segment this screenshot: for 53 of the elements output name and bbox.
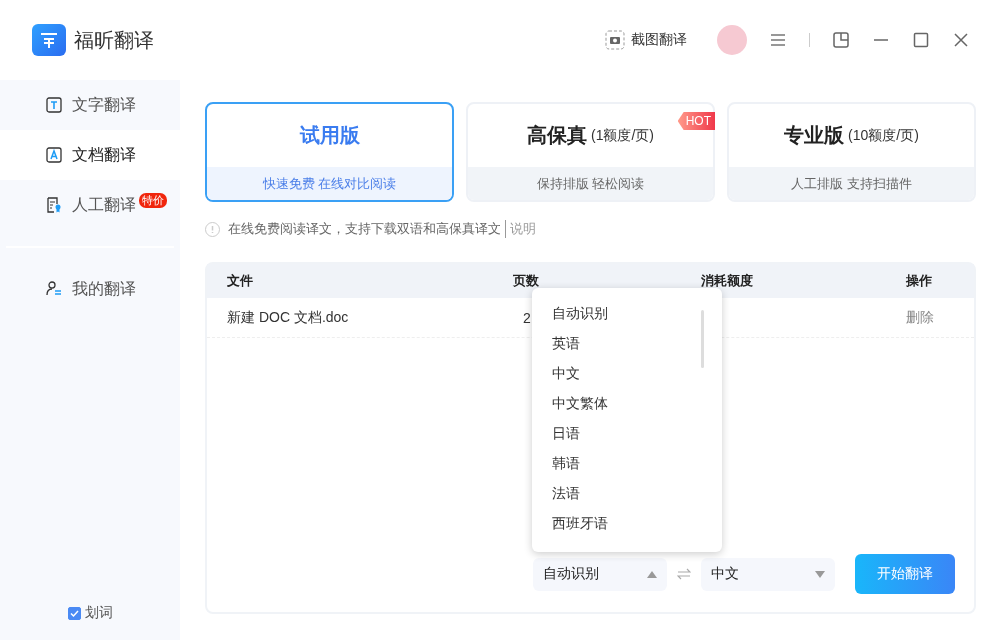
menu-icon[interactable] (769, 31, 787, 49)
caret-icon (647, 570, 657, 578)
language-option[interactable]: 法语 (532, 479, 722, 509)
close-icon[interactable] (952, 31, 970, 49)
plan-title: 专业版 (784, 123, 845, 148)
plan-title: 高保真 (527, 123, 587, 148)
delete-link[interactable]: 删除 (906, 308, 974, 327)
target-language-select[interactable]: 中文 (701, 557, 835, 591)
plan-price: (10额度/页) (848, 126, 919, 145)
hot-badge: HOT (677, 112, 715, 130)
sidebar-item[interactable]: 文字翻译 (0, 80, 180, 130)
maximize-icon[interactable] (912, 31, 930, 49)
screenshot-translate-button[interactable]: 截图翻译 (605, 30, 687, 50)
column-header: 文件 (227, 272, 254, 290)
plan-subtitle: 快速免费 在线对比阅读 (207, 167, 452, 200)
plan-subtitle: 人工排版 支持扫描件 (729, 167, 974, 200)
column-header: 页数 (513, 272, 540, 290)
language-option[interactable]: 中文繁体 (532, 389, 722, 419)
document-icon (46, 147, 62, 163)
sidebar-item[interactable]: 文档翻译 (0, 130, 180, 180)
swap-icon[interactable] (677, 568, 691, 580)
word-select-label: 划词 (84, 604, 113, 622)
sidebar-item[interactable]: 我的翻译 (0, 264, 180, 314)
language-option[interactable]: 韩语 (532, 449, 722, 479)
language-option[interactable]: 英语 (532, 329, 722, 359)
column-header: 消耗额度 (701, 272, 754, 290)
app-name: 福昕翻译 (74, 27, 154, 53)
sale-badge: 特价 (139, 193, 167, 208)
plan-card[interactable]: 专业版 (10额度/页) 人工排版 支持扫描件 (727, 102, 976, 202)
scrollbar-thumb[interactable] (701, 310, 704, 368)
plan-card[interactable]: 试用版 快速免费 在线对比阅读 (205, 102, 454, 202)
user-swap-icon (46, 281, 62, 297)
plan-subtitle: 保持排版 轻松阅读 (468, 167, 713, 200)
sidebar-item[interactable]: 人工翻译 特价 (0, 180, 180, 230)
app-logo (32, 24, 66, 56)
language-option[interactable]: 西班牙语 (532, 509, 722, 539)
plan-card[interactable]: 高保真 (1额度/页) 保持排版 轻松阅读 HOT (466, 102, 715, 202)
text-icon (46, 97, 62, 113)
page-count: 2 (522, 309, 531, 326)
note-text: 在线免费阅读译文，支持下载双语和高保真译文 (228, 220, 501, 238)
plan-title: 试用版 (299, 123, 360, 148)
column-header: 操作 (906, 272, 933, 290)
plan-price: (1额度/页) (591, 126, 654, 145)
language-option[interactable]: 日语 (532, 419, 722, 449)
certificate-icon (46, 197, 62, 213)
checkbox[interactable] (67, 606, 81, 620)
mini-window-icon[interactable] (832, 31, 850, 49)
source-language-select[interactable]: 自动识别 (533, 557, 667, 591)
language-option[interactable]: 自动识别 (532, 299, 722, 329)
caret-icon (815, 570, 825, 578)
language-option[interactable]: 中文 (532, 359, 722, 389)
camera-icon (605, 30, 625, 50)
file-name: 新建 DOC 文档.doc (227, 308, 349, 327)
